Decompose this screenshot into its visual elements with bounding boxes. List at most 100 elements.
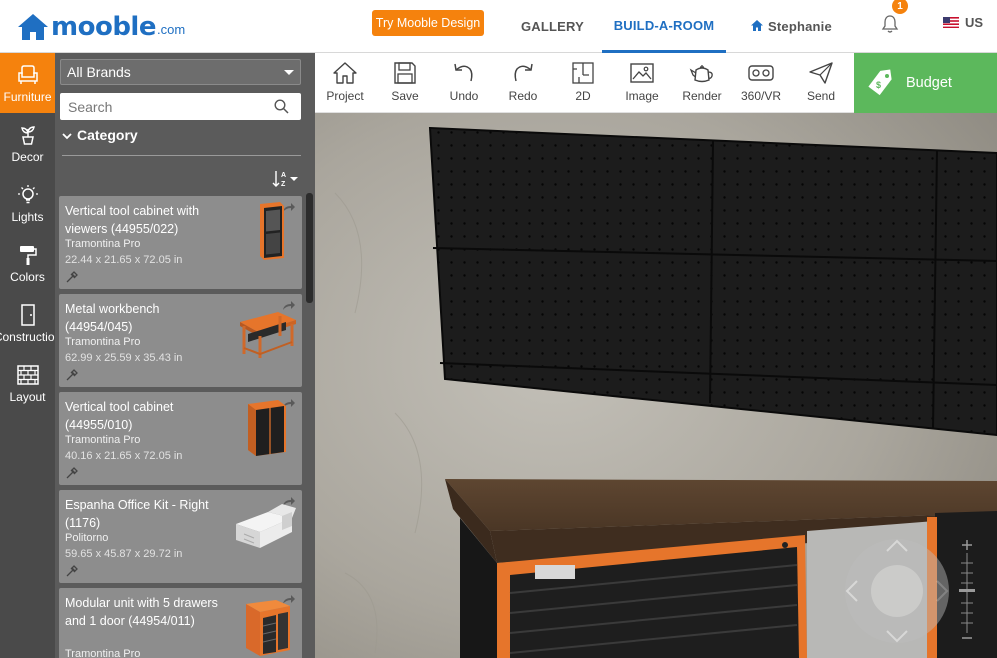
category-label: Category	[77, 127, 138, 143]
teapot-icon	[689, 65, 713, 83]
bell-icon[interactable]	[880, 13, 900, 35]
mooble-logo[interactable]: mooble .com	[16, 8, 185, 42]
vr-headset-icon	[748, 65, 774, 81]
floorplan-2d-icon	[572, 62, 594, 84]
3d-viewport[interactable]	[315, 113, 997, 658]
sidebar-item-construction[interactable]: Construction	[0, 293, 55, 353]
try-mooble-design-button[interactable]: Try Mooble Design	[372, 10, 484, 36]
search-box	[60, 93, 301, 120]
budget-button[interactable]: $ Budget	[854, 53, 997, 113]
tool-label: Redo	[508, 89, 538, 103]
price-tag-icon: $	[868, 69, 892, 96]
product-thumbnail	[248, 400, 286, 456]
paper-plane-icon	[809, 62, 833, 84]
tools-icon[interactable]	[65, 270, 79, 284]
budget-label: Budget	[906, 75, 952, 91]
floppy-disk-icon	[394, 62, 416, 84]
redo-button[interactable]: Redo	[493, 53, 553, 113]
home-icon	[751, 20, 763, 31]
sidebar-item-furniture[interactable]: Furniture	[0, 53, 55, 113]
us-flag-icon	[943, 17, 959, 28]
category-icon-bar: Furniture Decor Lights Colors Constructi…	[0, 53, 55, 658]
catalog-item-brand: Politorno	[65, 532, 109, 544]
tools-icon[interactable]	[65, 466, 79, 480]
catalog-item-dims: 40.16 x 21.65 x 72.05 in	[65, 450, 183, 462]
language-selector[interactable]: US	[943, 0, 983, 45]
nav-user-menu[interactable]: Stephanie	[750, 0, 832, 53]
tool-label: 360/VR	[740, 89, 782, 103]
catalog-item-dims: 62.99 x 25.59 x 35.43 in	[65, 352, 183, 364]
project-button[interactable]: Project	[315, 53, 375, 113]
svg-text:A: A	[281, 172, 286, 179]
catalog-item-title: Vertical tool cabinet with viewers (4495…	[65, 204, 200, 236]
catalog-scrollbar[interactable]	[306, 193, 313, 303]
catalog-item-card[interactable]: Espanha Office Kit - Right (1176) Polito…	[59, 490, 302, 583]
sidebar-item-label: Layout	[9, 389, 46, 404]
catalog-item-title: Modular unit with 5 drawers and 1 door (…	[65, 596, 218, 628]
brand-filter-select[interactable]: All Brands	[60, 59, 301, 85]
image-icon	[630, 63, 654, 83]
catalog-item-brand: Tramontina Pro	[65, 336, 141, 348]
sidebar-item-label: Colors	[10, 269, 45, 284]
tool-label: Undo	[449, 89, 479, 103]
armchair-icon	[17, 64, 38, 84]
tool-label: Image	[625, 89, 659, 103]
tool-label: Render	[682, 89, 722, 103]
language-code: US	[965, 15, 984, 30]
tool-label: Project	[326, 89, 364, 103]
360-vr-button[interactable]: 360/VR	[731, 53, 791, 113]
save-button[interactable]: Save	[375, 53, 435, 113]
product-thumbnail	[260, 202, 284, 260]
sidebar-item-label: Decor	[11, 149, 44, 164]
bulb-icon	[17, 184, 38, 203]
house-icon	[333, 62, 357, 84]
catalog-item-card[interactable]: Modular unit with 5 drawers and 1 door (…	[59, 588, 302, 658]
logo-suffix: .com	[156, 22, 186, 37]
undo-button[interactable]: Undo	[434, 53, 494, 113]
catalog-item-title: Metal workbench (44954/045)	[65, 302, 160, 334]
product-thumbnail	[240, 312, 296, 358]
svg-text:$: $	[876, 80, 881, 90]
image-button[interactable]: Image	[612, 53, 672, 113]
category-toggle[interactable]: Category	[62, 126, 301, 156]
send-button[interactable]: Send	[791, 53, 851, 113]
catalog-item-card[interactable]: Vertical tool cabinet (44955/010) Tramon…	[59, 392, 302, 485]
catalog-item-brand: Tramontina Pro	[65, 434, 141, 446]
catalog-item-card[interactable]: Vertical tool cabinet with viewers (4495…	[59, 196, 302, 289]
door-icon	[20, 303, 35, 326]
tool-label: 2D	[575, 89, 591, 103]
3d-scene-render	[315, 113, 997, 658]
search-icon[interactable]	[274, 99, 289, 114]
sidebar-item-decor[interactable]: Decor	[0, 113, 55, 173]
plant-icon	[20, 125, 35, 145]
brick-wall-icon	[16, 364, 39, 385]
2d-view-button[interactable]: 2D	[553, 53, 613, 113]
nav-build-a-room[interactable]: BUILD-A-ROOM	[602, 0, 726, 53]
top-header: mooble .com Try Mooble Design GALLERY BU…	[0, 0, 997, 53]
house-logo-icon	[18, 14, 48, 40]
svg-text:Z: Z	[281, 181, 286, 188]
editor-toolbar: Project Save Undo Redo 2D Image Render 3…	[315, 53, 854, 113]
nav-gallery[interactable]: GALLERY	[521, 0, 584, 53]
render-button[interactable]: Render	[672, 53, 732, 113]
search-input[interactable]	[60, 94, 260, 119]
tools-icon[interactable]	[65, 368, 79, 382]
tool-label: Save	[391, 89, 419, 103]
sort-az-icon[interactable]: A Z	[272, 169, 300, 189]
sidebar-item-label: Furniture	[3, 89, 52, 104]
sidebar-item-lights[interactable]: Lights	[0, 173, 55, 233]
catalog-item-card[interactable]: Metal workbench (44954/045) Tramontina P…	[59, 294, 302, 387]
catalog-item-dims: 59.65 x 45.87 x 29.72 in	[65, 548, 183, 560]
sidebar-item-colors[interactable]: Colors	[0, 233, 55, 293]
sidebar-item-label: Lights	[11, 209, 44, 224]
product-thumbnail	[246, 600, 290, 656]
catalog-panel: All Brands Category A Z Vertical tool ca…	[55, 53, 315, 658]
redo-icon	[514, 63, 533, 82]
catalog-item-dims: 22.44 x 21.65 x 72.05 in	[65, 254, 183, 266]
notification-badge: 1	[892, 0, 908, 14]
camera-navigation-control	[845, 539, 949, 643]
catalog-item-title: Espanha Office Kit - Right (1176)	[65, 498, 209, 530]
tools-icon[interactable]	[65, 564, 79, 578]
tool-label: Send	[806, 89, 836, 103]
sidebar-item-layout[interactable]: Layout	[0, 353, 55, 413]
